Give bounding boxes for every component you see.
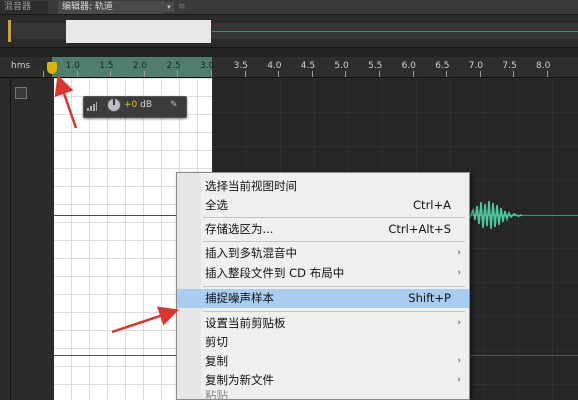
menu-item-select-all[interactable]: 全选 Ctrl+A (177, 196, 469, 215)
menu-item-paste[interactable]: 粘贴 (177, 390, 469, 400)
ruler-tick-label: 2.0 (132, 61, 148, 71)
ruler-tick-label: 5.5 (368, 61, 383, 71)
ruler-tick-mark (311, 71, 313, 77)
ruler-tick-label: 6.0 (401, 61, 416, 71)
menu-separator (203, 286, 465, 287)
ruler-tick-mark (446, 71, 448, 77)
tab-mixer[interactable]: 混音器 (0, 1, 48, 14)
overview-visible-range[interactable] (66, 20, 211, 43)
tab-dropdown-icon[interactable]: ▾ (164, 2, 174, 12)
ruler-tick-mark (244, 71, 246, 77)
ruler-tick-label: 1.0 (65, 61, 80, 71)
ruler-tick-mark (513, 71, 515, 77)
menu-item-set-current-clipboard[interactable]: 设置当前剪贴板 › (177, 314, 469, 333)
ruler-tick-label: 4.0 (267, 61, 282, 71)
menu-separator (203, 217, 465, 218)
playhead-marker[interactable] (47, 62, 57, 74)
track-left-margin (0, 78, 52, 400)
menu-item-insert-file-cd-layout[interactable]: 插入整段文件到 CD 布局中 › (177, 264, 469, 283)
ruler-tick-label: 1.5 (99, 61, 114, 71)
ruler-tick-label: 7.5 (502, 61, 517, 71)
overview-left-handle[interactable] (8, 20, 11, 42)
menu-item-select-view-time[interactable]: 选择当前视图时间 (177, 177, 469, 196)
submenu-arrow-icon: › (457, 318, 461, 328)
menu-item-copy-to-new[interactable]: 复制为新文件 › (177, 371, 469, 390)
ruler-tick-label: 6.5 (435, 61, 450, 71)
menu-item-copy[interactable]: 复制 › (177, 352, 469, 371)
overview-waveform (212, 31, 578, 32)
ruler-tick-mark (110, 71, 112, 77)
channel-toggle-icon[interactable] (15, 87, 27, 99)
menu-item-insert-into-multitrack[interactable]: 插入到多轨混音中 › (177, 244, 469, 263)
ruler-tick-label: 4.5 (300, 61, 316, 71)
ruler-tick-label: 0.5 (32, 61, 47, 71)
ruler-tick-label: 3.5 (233, 61, 248, 71)
tab-editor[interactable]: 编辑器: 轨道 1_001.wav (58, 1, 164, 25)
margin-divider (10, 78, 11, 400)
submenu-arrow-icon: › (457, 356, 461, 366)
ruler-tick-mark (177, 71, 179, 77)
panel-menu-icon[interactable]: ≡ (178, 1, 190, 14)
menu-separator (203, 311, 465, 312)
ruler-tick-label: 7.0 (468, 61, 484, 71)
submenu-arrow-icon: › (457, 248, 461, 258)
ruler-tick-label: 5.0 (334, 61, 349, 71)
waveform-burst (462, 200, 522, 230)
ruler-tick-mark (43, 71, 44, 77)
ruler-tick-label: 3.0 (200, 61, 215, 71)
ruler-unit-label: hms (11, 61, 31, 71)
menu-separator (203, 241, 465, 242)
ruler-tick-mark (278, 71, 280, 77)
hud-grip-icon[interactable] (87, 102, 97, 111)
ruler-tick-mark (143, 71, 145, 77)
ruler-tick-mark (345, 71, 347, 77)
playhead-line (52, 78, 54, 400)
ruler-tick-mark (547, 71, 548, 77)
ruler-tick-mark (412, 71, 414, 77)
menu-item-save-selection-as[interactable]: 存储选区为... Ctrl+Alt+S (177, 220, 469, 239)
ruler-tick-label: 8.0 (536, 61, 551, 71)
ruler-tick-label: 2.5 (166, 61, 181, 71)
ruler-tick-mark (379, 71, 380, 77)
hud-pin-icon[interactable]: ✎ (170, 100, 178, 110)
submenu-arrow-icon: › (457, 375, 461, 385)
ruler-tick-mark (76, 71, 78, 77)
ruler-tick-mark (479, 71, 481, 77)
volume-knob-indicator (113, 99, 115, 105)
submenu-arrow-icon: › (457, 268, 461, 278)
menu-item-capture-noise-print[interactable]: 捕捉噪声样本 Shift+P (177, 289, 469, 308)
menu-item-cut[interactable]: 剪切 (177, 333, 469, 352)
volume-value[interactable]: +0 dB (124, 100, 152, 110)
ruler-tick-mark (211, 71, 212, 77)
